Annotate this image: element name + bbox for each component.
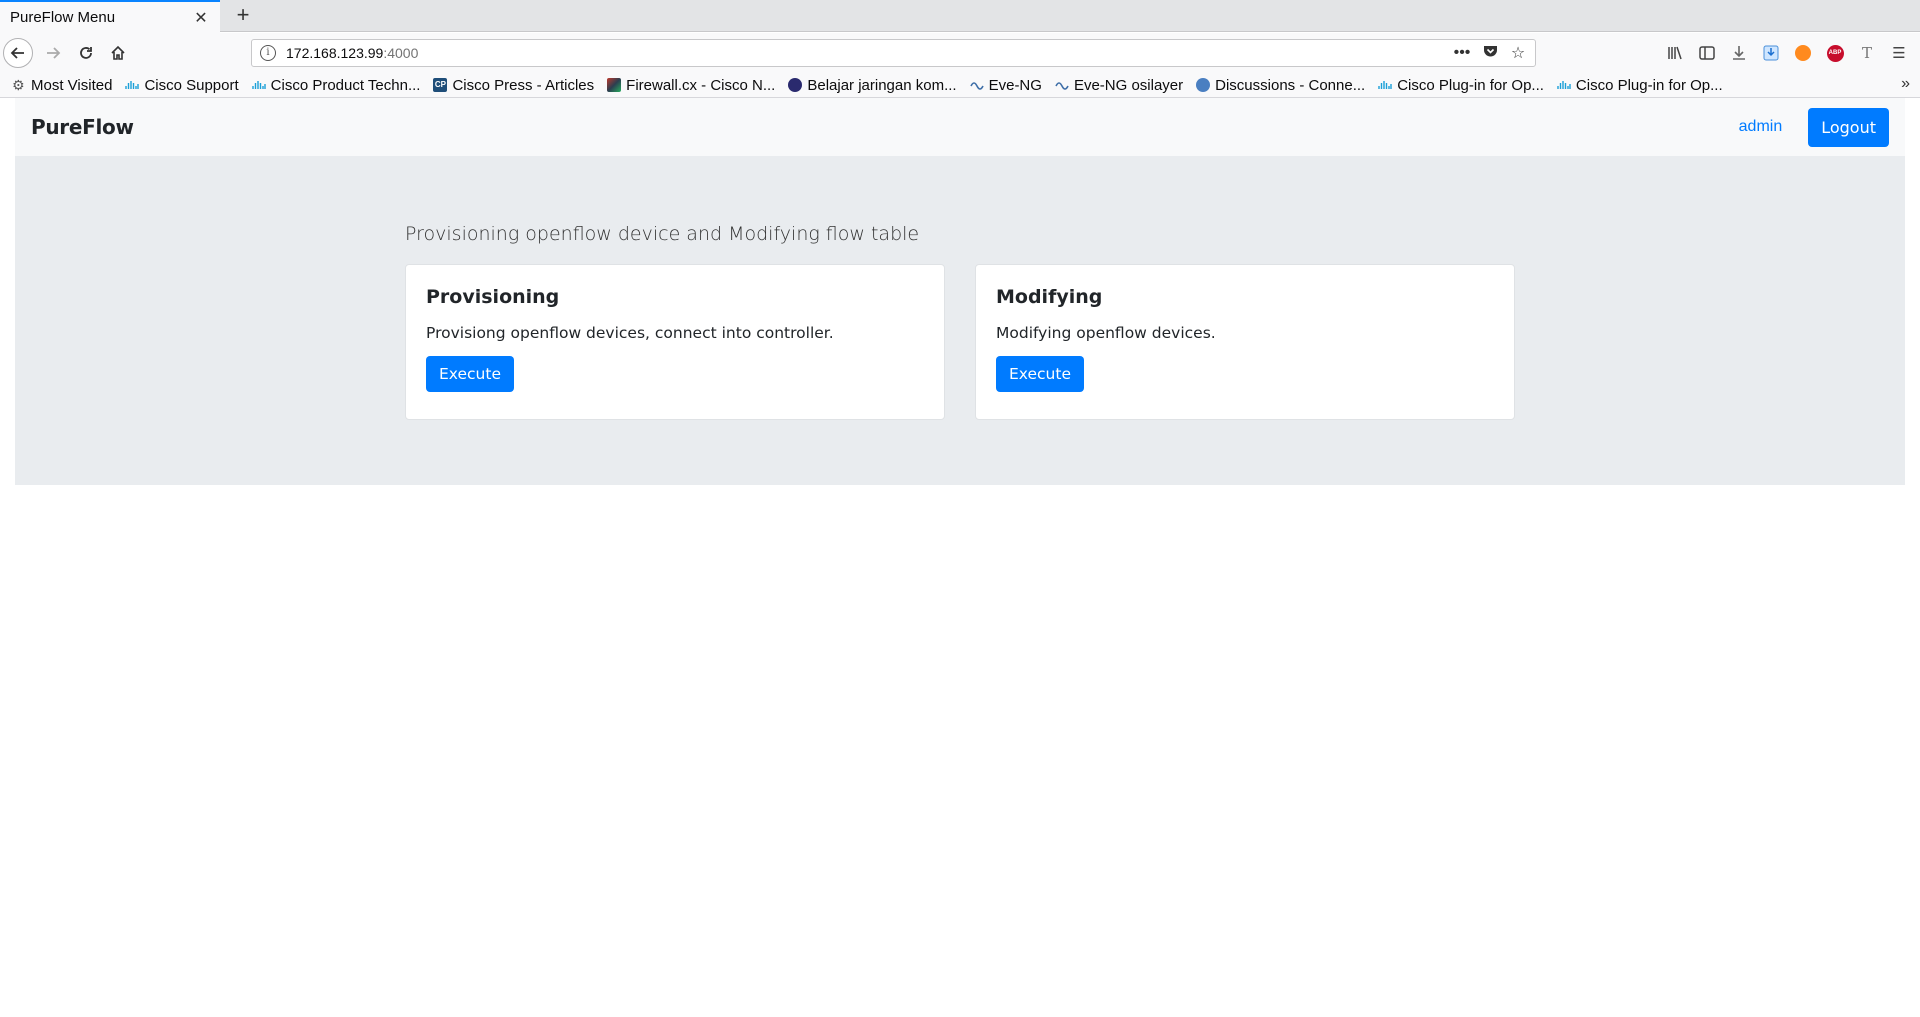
brand-logo[interactable]: PureFlow: [31, 115, 134, 139]
bookmark-label: Belajar jaringan kom...: [807, 76, 957, 94]
library-icon[interactable]: [1662, 40, 1688, 66]
eve-icon: [969, 78, 984, 92]
card-text: Modifying openflow devices.: [996, 324, 1216, 342]
firewall-icon: [607, 78, 622, 92]
sidebar-icon[interactable]: [1694, 40, 1720, 66]
tab-title: PureFlow Menu: [10, 9, 116, 26]
bookmark-label: Cisco Support: [144, 76, 239, 94]
cisco-icon: [1557, 78, 1571, 92]
menu-hamburger-icon[interactable]: ☰: [1886, 40, 1912, 66]
execute-modifying-button[interactable]: Execute: [996, 356, 1084, 392]
bookmark-item[interactable]: ⚙ Most Visited: [12, 77, 112, 94]
adblock-icon[interactable]: ABP: [1822, 40, 1848, 66]
forward-arrow-icon[interactable]: [37, 37, 69, 69]
bookmark-item[interactable]: Eve-NG: [969, 76, 1042, 94]
bookmark-label: Firewall.cx - Cisco N...: [626, 76, 776, 94]
page-actions-icon[interactable]: •••: [1453, 44, 1471, 62]
bookmark-item[interactable]: Eve-NG osilayer: [1055, 77, 1183, 94]
logout-button[interactable]: Logout: [1808, 107, 1889, 147]
execute-provisioning-button[interactable]: Execute: [426, 356, 514, 392]
bookmark-item[interactable]: Cisco Plug-in for Op...: [1557, 77, 1723, 94]
new-tab-icon[interactable]: +: [230, 3, 256, 29]
user-link[interactable]: admin: [1739, 118, 1783, 136]
browser-toolbar: i 172.168.123.99:4000 ••• ☆ ABP T ☰: [0, 33, 1920, 73]
jumbotron: Provisioning openflow device and Modifyi…: [15, 156, 1905, 485]
back-arrow-icon[interactable]: [3, 38, 33, 68]
bookmark-label: Most Visited: [31, 76, 113, 94]
bookmark-label: Cisco Plug-in for Op...: [1397, 76, 1544, 94]
bookmarks-overflow-icon[interactable]: »: [1901, 75, 1910, 93]
browser-tab-active[interactable]: PureFlow Menu ✕: [0, 0, 220, 33]
card-title: Provisioning: [426, 286, 560, 308]
site-info-icon[interactable]: i: [260, 45, 276, 61]
globe-icon: [1196, 78, 1211, 92]
bookmark-item[interactable]: Cisco Support: [125, 76, 239, 94]
url-actions: ••• ☆: [1453, 43, 1527, 63]
app-navbar: PureFlow admin Logout: [15, 98, 1905, 156]
cp-icon: CP: [433, 78, 448, 92]
bookmark-label: Cisco Plug-in for Op...: [1575, 76, 1723, 94]
web-page: PureFlow admin Logout Provisioning openf…: [15, 98, 1905, 485]
cisco-icon: [125, 78, 140, 92]
extension-orange-icon[interactable]: [1790, 40, 1816, 66]
bookmark-item[interactable]: Cisco Product Techn...: [251, 76, 421, 94]
card-modifying: Modifying Modifying openflow devices. Ex…: [975, 264, 1515, 420]
eve-icon: [1055, 78, 1069, 92]
card-title: Modifying: [996, 286, 1103, 308]
bookmarks-toolbar: ⚙ Most Visited Cisco Support Cisco Product …: [0, 73, 1920, 98]
bookmark-label: Discussions - Conne...: [1215, 76, 1366, 94]
browser-tab-bar: PureFlow Menu ✕ +: [0, 0, 1920, 33]
bookmark-label: Eve-NG: [988, 76, 1042, 94]
bookmark-item[interactable]: Discussions - Conne...: [1196, 77, 1365, 94]
url-port: :4000: [383, 45, 419, 61]
bookmark-item[interactable]: CP Cisco Press - Articles: [433, 77, 594, 94]
card-text: Provisiong openflow devices, connect int…: [426, 324, 834, 342]
cisco-icon: [1378, 78, 1392, 92]
save-page-icon[interactable]: [1758, 40, 1784, 66]
bookmark-star-icon[interactable]: ☆: [1509, 43, 1527, 63]
cisco-icon: [251, 78, 266, 92]
bookmark-label: Cisco Press - Articles: [452, 76, 595, 94]
globe-icon: [788, 78, 803, 92]
text-extension-icon[interactable]: T: [1854, 40, 1880, 66]
url-host: 172.168.123.99: [286, 45, 384, 61]
card-provisioning: Provisioning Provisiong openflow devices…: [405, 264, 945, 420]
bookmark-label: Cisco Product Techn...: [270, 76, 421, 94]
reload-icon[interactable]: [70, 37, 102, 69]
gear-icon: ⚙: [12, 77, 25, 93]
home-icon[interactable]: [102, 37, 134, 69]
url-bar[interactable]: i 172.168.123.99:4000 ••• ☆: [251, 39, 1536, 67]
navbar-right: admin Logout: [1739, 107, 1889, 147]
close-tab-icon[interactable]: ✕: [192, 8, 210, 28]
browser-toolbar-right: ABP T ☰: [1662, 37, 1920, 69]
bookmark-label: Eve-NG osilayer: [1073, 76, 1184, 94]
pocket-icon[interactable]: [1481, 44, 1499, 63]
bookmark-item[interactable]: Firewall.cx - Cisco N...: [607, 77, 775, 94]
bookmark-item[interactable]: Belajar jaringan kom...: [788, 76, 957, 94]
lead-text: Provisioning openflow device and Modifyi…: [405, 223, 920, 245]
download-icon[interactable]: [1726, 40, 1752, 66]
bookmark-item[interactable]: Cisco Plug-in for Op...: [1378, 77, 1544, 94]
